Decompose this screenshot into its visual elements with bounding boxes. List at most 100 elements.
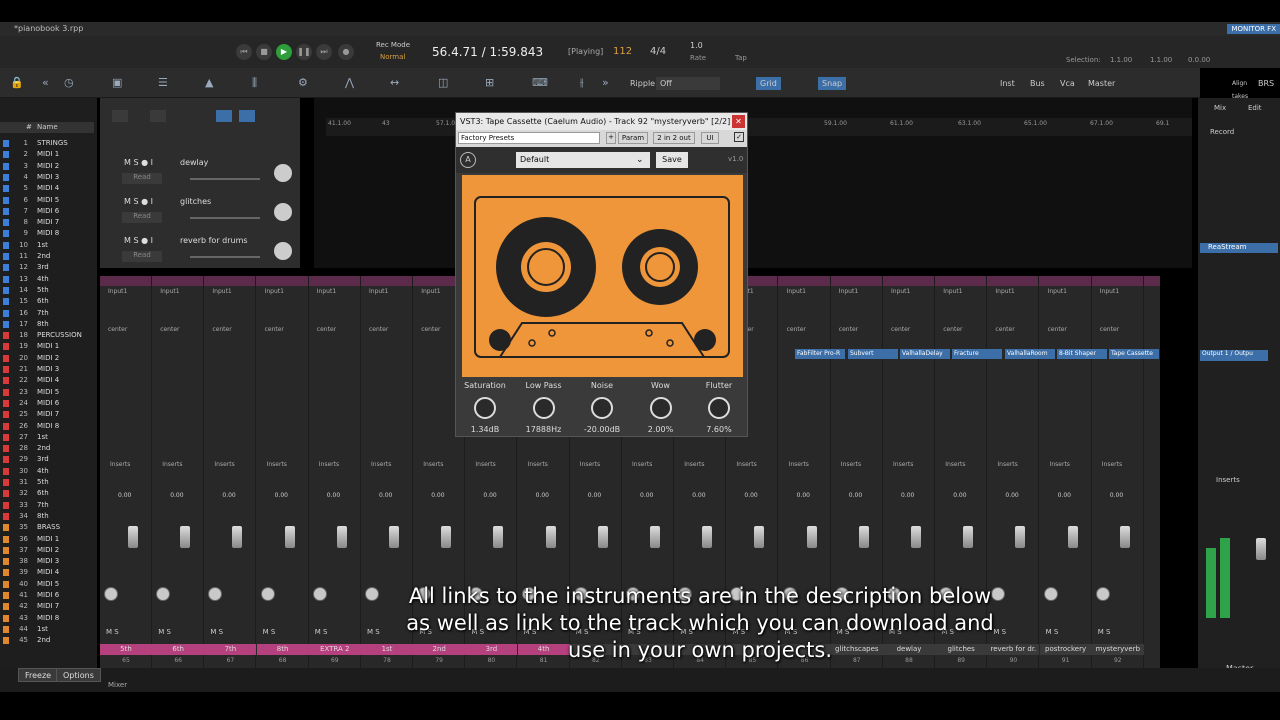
io-button[interactable]: 2 in 2 out xyxy=(653,132,695,144)
input-select[interactable]: Input1 xyxy=(265,288,284,295)
track-row[interactable]: 33 7th xyxy=(0,500,92,511)
mute-solo-buttons[interactable]: M S xyxy=(1046,628,1059,636)
view2-icon[interactable] xyxy=(239,110,255,122)
record-icon[interactable]: ● xyxy=(338,44,354,60)
output-select[interactable]: Output 1 / Outpu xyxy=(1200,350,1268,361)
track-row[interactable]: 35 BRASS xyxy=(0,522,92,533)
input-select[interactable]: Input1 xyxy=(421,288,440,295)
bus-button[interactable]: Bus xyxy=(1026,77,1049,90)
mixer-strip[interactable]: Input1 center Inserts 0.00 M S mysteryverb 92 xyxy=(1091,276,1144,668)
track-row[interactable]: 8 MIDI 7 xyxy=(0,217,92,228)
save-icon[interactable]: ▣ xyxy=(112,76,122,89)
record-tab[interactable]: Record xyxy=(1210,128,1234,136)
mixer-strip[interactable]: Input1 center Inserts 0.00 M S postrockery 91 xyxy=(1039,276,1092,668)
track-row[interactable]: 17 8th xyxy=(0,319,92,330)
master-fader[interactable] xyxy=(1256,538,1266,560)
input-select[interactable]: Input1 xyxy=(108,288,127,295)
brs-button[interactable]: BRS xyxy=(1254,77,1278,90)
pan-display[interactable]: center xyxy=(212,326,231,333)
close-icon[interactable]: ✕ xyxy=(732,115,745,128)
fx-slot[interactable]: Tape Cassette xyxy=(1109,349,1159,359)
pause-icon[interactable]: ❚❚ xyxy=(296,44,312,60)
pan-knob[interactable] xyxy=(208,587,223,601)
inserts-button[interactable]: Inserts xyxy=(423,461,443,468)
lock-icon[interactable]: 🔒 xyxy=(10,76,24,89)
volume-fader[interactable] xyxy=(336,526,347,548)
save-button[interactable]: Save xyxy=(656,152,688,168)
rate-value[interactable]: 1.0 xyxy=(690,41,703,50)
reastream-slot[interactable]: ReaStream xyxy=(1200,243,1278,253)
mixer-strip[interactable]: Input1 center Inserts 0.00 M S 5th 65 xyxy=(100,276,152,668)
tcp-track[interactable]: M S ● I dewlay Read xyxy=(104,156,294,190)
volume-fader[interactable] xyxy=(963,526,974,548)
track-row[interactable]: 10 1st xyxy=(0,240,92,251)
mute-solo-buttons[interactable]: M S xyxy=(367,628,380,636)
mix-tab[interactable]: Mix xyxy=(1214,104,1226,112)
volume-slider[interactable] xyxy=(190,256,260,258)
track-row[interactable]: 39 MIDI 4 xyxy=(0,567,92,578)
track-row[interactable]: 43 MIDI 8 xyxy=(0,613,92,624)
plugin-knob[interactable] xyxy=(532,397,555,419)
volume-fader[interactable] xyxy=(754,526,765,548)
pan-display[interactable]: center xyxy=(995,326,1014,333)
edit-tab[interactable]: Edit xyxy=(1248,104,1262,112)
volume-fader[interactable] xyxy=(858,526,869,548)
ripple-select[interactable]: Off xyxy=(656,77,720,90)
volume-fader[interactable] xyxy=(911,526,921,548)
track-row[interactable]: 26 MIDI 8 xyxy=(0,421,92,432)
volume-fader[interactable] xyxy=(806,526,817,548)
mixer-strip[interactable]: Input1 center Inserts 0.00 M S 6th 66 xyxy=(152,276,205,668)
envelope-icon[interactable]: ⋀ xyxy=(345,76,354,89)
track-row[interactable]: 25 MIDI 7 xyxy=(0,409,92,420)
bpm-display[interactable]: 112 xyxy=(613,46,632,57)
pan-display[interactable]: center xyxy=(108,326,127,333)
track-row[interactable]: 37 MIDI 2 xyxy=(0,545,92,556)
automation-mode-select[interactable]: Read xyxy=(122,173,162,184)
mixer-icon[interactable]: ⫼ xyxy=(252,76,257,90)
volume-fader[interactable] xyxy=(1119,526,1130,548)
inserts-button[interactable]: Inserts xyxy=(789,461,809,468)
track-row[interactable]: 7 MIDI 6 xyxy=(0,206,92,217)
vca-button[interactable]: Vca xyxy=(1056,77,1079,90)
pan-display[interactable]: center xyxy=(317,326,336,333)
volume-fader[interactable] xyxy=(128,526,138,548)
input-select[interactable]: Input1 xyxy=(995,288,1014,295)
plugin-knob[interactable] xyxy=(474,397,496,419)
fx-slot[interactable]: Fracture xyxy=(952,349,1002,359)
track-row[interactable]: 9 MIDI 8 xyxy=(0,228,92,239)
inserts-button[interactable]: Inserts xyxy=(736,461,756,468)
input-select[interactable]: Input1 xyxy=(212,288,231,295)
pan-knob[interactable] xyxy=(260,587,275,601)
mixer-tab[interactable]: Mixer xyxy=(108,681,127,689)
view-icon[interactable] xyxy=(216,110,232,122)
inserts-button[interactable]: Inserts xyxy=(841,461,861,468)
stretch-icon[interactable]: ↔ xyxy=(390,76,399,89)
go-end-icon[interactable]: ⏭ xyxy=(316,44,332,60)
inserts-button[interactable]: Inserts xyxy=(475,461,495,468)
automation-mode-select[interactable]: Read xyxy=(122,212,162,223)
param-button[interactable]: Param xyxy=(618,132,648,144)
history-icon[interactable]: ◷ xyxy=(64,76,74,89)
keyboard-icon[interactable]: ⌨ xyxy=(532,76,548,89)
inserts-button[interactable]: Inserts xyxy=(528,461,548,468)
selection-start[interactable]: 1.1.00 xyxy=(1110,56,1132,64)
track-row[interactable]: 41 MIDI 6 xyxy=(0,590,92,601)
monitor-fx-button[interactable]: MONITOR FX xyxy=(1227,24,1280,34)
pan-display[interactable]: center xyxy=(891,326,910,333)
inserts-button[interactable]: Inserts xyxy=(580,461,600,468)
fx-slot[interactable]: ValhallaRoom xyxy=(1005,349,1055,359)
glue-icon[interactable]: ◫ xyxy=(438,76,448,89)
track-row[interactable]: 29 3rd xyxy=(0,454,92,465)
plugin-knob[interactable] xyxy=(649,397,672,419)
pan-display[interactable]: center xyxy=(787,326,806,333)
volume-fader[interactable] xyxy=(389,526,399,548)
volume-slider[interactable] xyxy=(190,217,260,219)
tcp-buttons[interactable]: M S ● I xyxy=(124,158,153,167)
plugin-knob[interactable] xyxy=(708,397,730,419)
freeze-button[interactable]: Freeze xyxy=(18,668,59,682)
options-button[interactable]: Options xyxy=(56,668,101,682)
pan-display[interactable]: center xyxy=(943,326,962,333)
inserts-button[interactable]: Inserts xyxy=(110,461,130,468)
rec-mode-value[interactable]: Normal xyxy=(380,53,405,61)
pan-display[interactable]: center xyxy=(160,326,179,333)
